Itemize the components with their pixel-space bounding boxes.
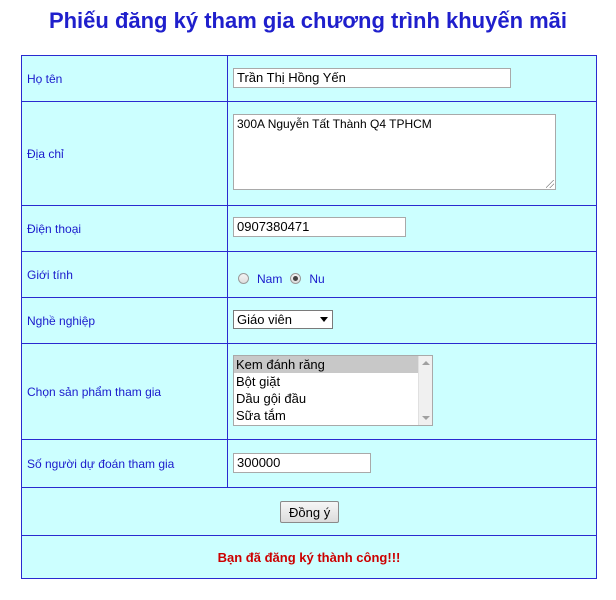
fullname-cell: Trần Thị Hồng Yến (228, 56, 596, 101)
products-label: Chọn sản phẩm tham gia (22, 344, 228, 439)
row-submit: Đồng ý (22, 488, 596, 536)
row-occupation: Nghề nghiệp Giáo viên (22, 298, 596, 344)
products-listbox[interactable]: Kem đánh răng Bột giặt Dầu gội đầu Sữa t… (233, 355, 433, 426)
product-option[interactable]: Kem đánh răng (234, 356, 418, 373)
scroll-up-icon[interactable] (422, 361, 430, 365)
row-address: Địa chỉ 300A Nguyễn Tất Thành Q4 TPHCM (22, 102, 596, 206)
gender-radio-nam[interactable] (238, 273, 249, 284)
chevron-down-icon[interactable] (320, 317, 328, 322)
phone-label: Điện thoại (22, 206, 228, 251)
products-cell: Kem đánh răng Bột giặt Dầu gội đầu Sữa t… (228, 344, 596, 439)
row-message: Bạn đã đăng ký thành công!!! (22, 536, 596, 578)
gender-label-nam[interactable]: Nam (257, 272, 282, 286)
registration-form: Họ tên Trần Thị Hồng Yến Địa chỉ 300A Ng… (21, 55, 597, 579)
row-gender: Giới tính Nam Nu (22, 252, 596, 298)
prediction-label: Số người dự đoán tham gia (22, 440, 228, 487)
address-label: Địa chỉ (22, 102, 228, 205)
resize-grip-icon[interactable] (546, 180, 554, 188)
occupation-select[interactable]: Giáo viên (233, 310, 333, 329)
product-option[interactable]: Sữa tắm (234, 407, 418, 424)
gender-cell: Nam Nu (228, 252, 596, 297)
scroll-down-icon[interactable] (422, 416, 430, 420)
address-value: 300A Nguyễn Tất Thành Q4 TPHCM (237, 117, 432, 131)
product-option[interactable]: Dầu gội đầu (234, 390, 418, 407)
phone-cell: 0907380471 (228, 206, 596, 251)
gender-label-nu[interactable]: Nu (309, 272, 324, 286)
fullname-input[interactable]: Trần Thị Hồng Yến (233, 68, 511, 88)
submit-button[interactable]: Đồng ý (280, 501, 340, 523)
address-cell: 300A Nguyễn Tất Thành Q4 TPHCM (228, 102, 596, 205)
row-phone: Điện thoại 0907380471 (22, 206, 596, 252)
row-fullname: Họ tên Trần Thị Hồng Yến (22, 56, 596, 102)
fullname-label: Họ tên (22, 56, 228, 101)
prediction-cell: 300000 (228, 440, 596, 487)
gender-radio-group: Nam Nu (238, 260, 333, 297)
success-message: Bạn đã đăng ký thành công!!! (217, 549, 401, 565)
row-products: Chọn sản phẩm tham gia Kem đánh răng Bột… (22, 344, 596, 440)
phone-input[interactable]: 0907380471 (233, 217, 406, 237)
prediction-input[interactable]: 300000 (233, 453, 371, 473)
occupation-value: Giáo viên (237, 312, 292, 327)
row-prediction: Số người dự đoán tham gia 300000 (22, 440, 596, 488)
product-option[interactable]: Bột giặt (234, 373, 418, 390)
occupation-label: Nghề nghiệp (22, 298, 228, 343)
products-scrollbar[interactable] (418, 356, 432, 425)
gender-radio-nu[interactable] (290, 273, 302, 284)
address-textarea[interactable]: 300A Nguyễn Tất Thành Q4 TPHCM (233, 114, 556, 190)
gender-label: Giới tính (22, 252, 228, 297)
occupation-cell: Giáo viên (228, 298, 596, 343)
page-title: Phiếu đăng ký tham gia chương trình khuy… (48, 8, 568, 33)
